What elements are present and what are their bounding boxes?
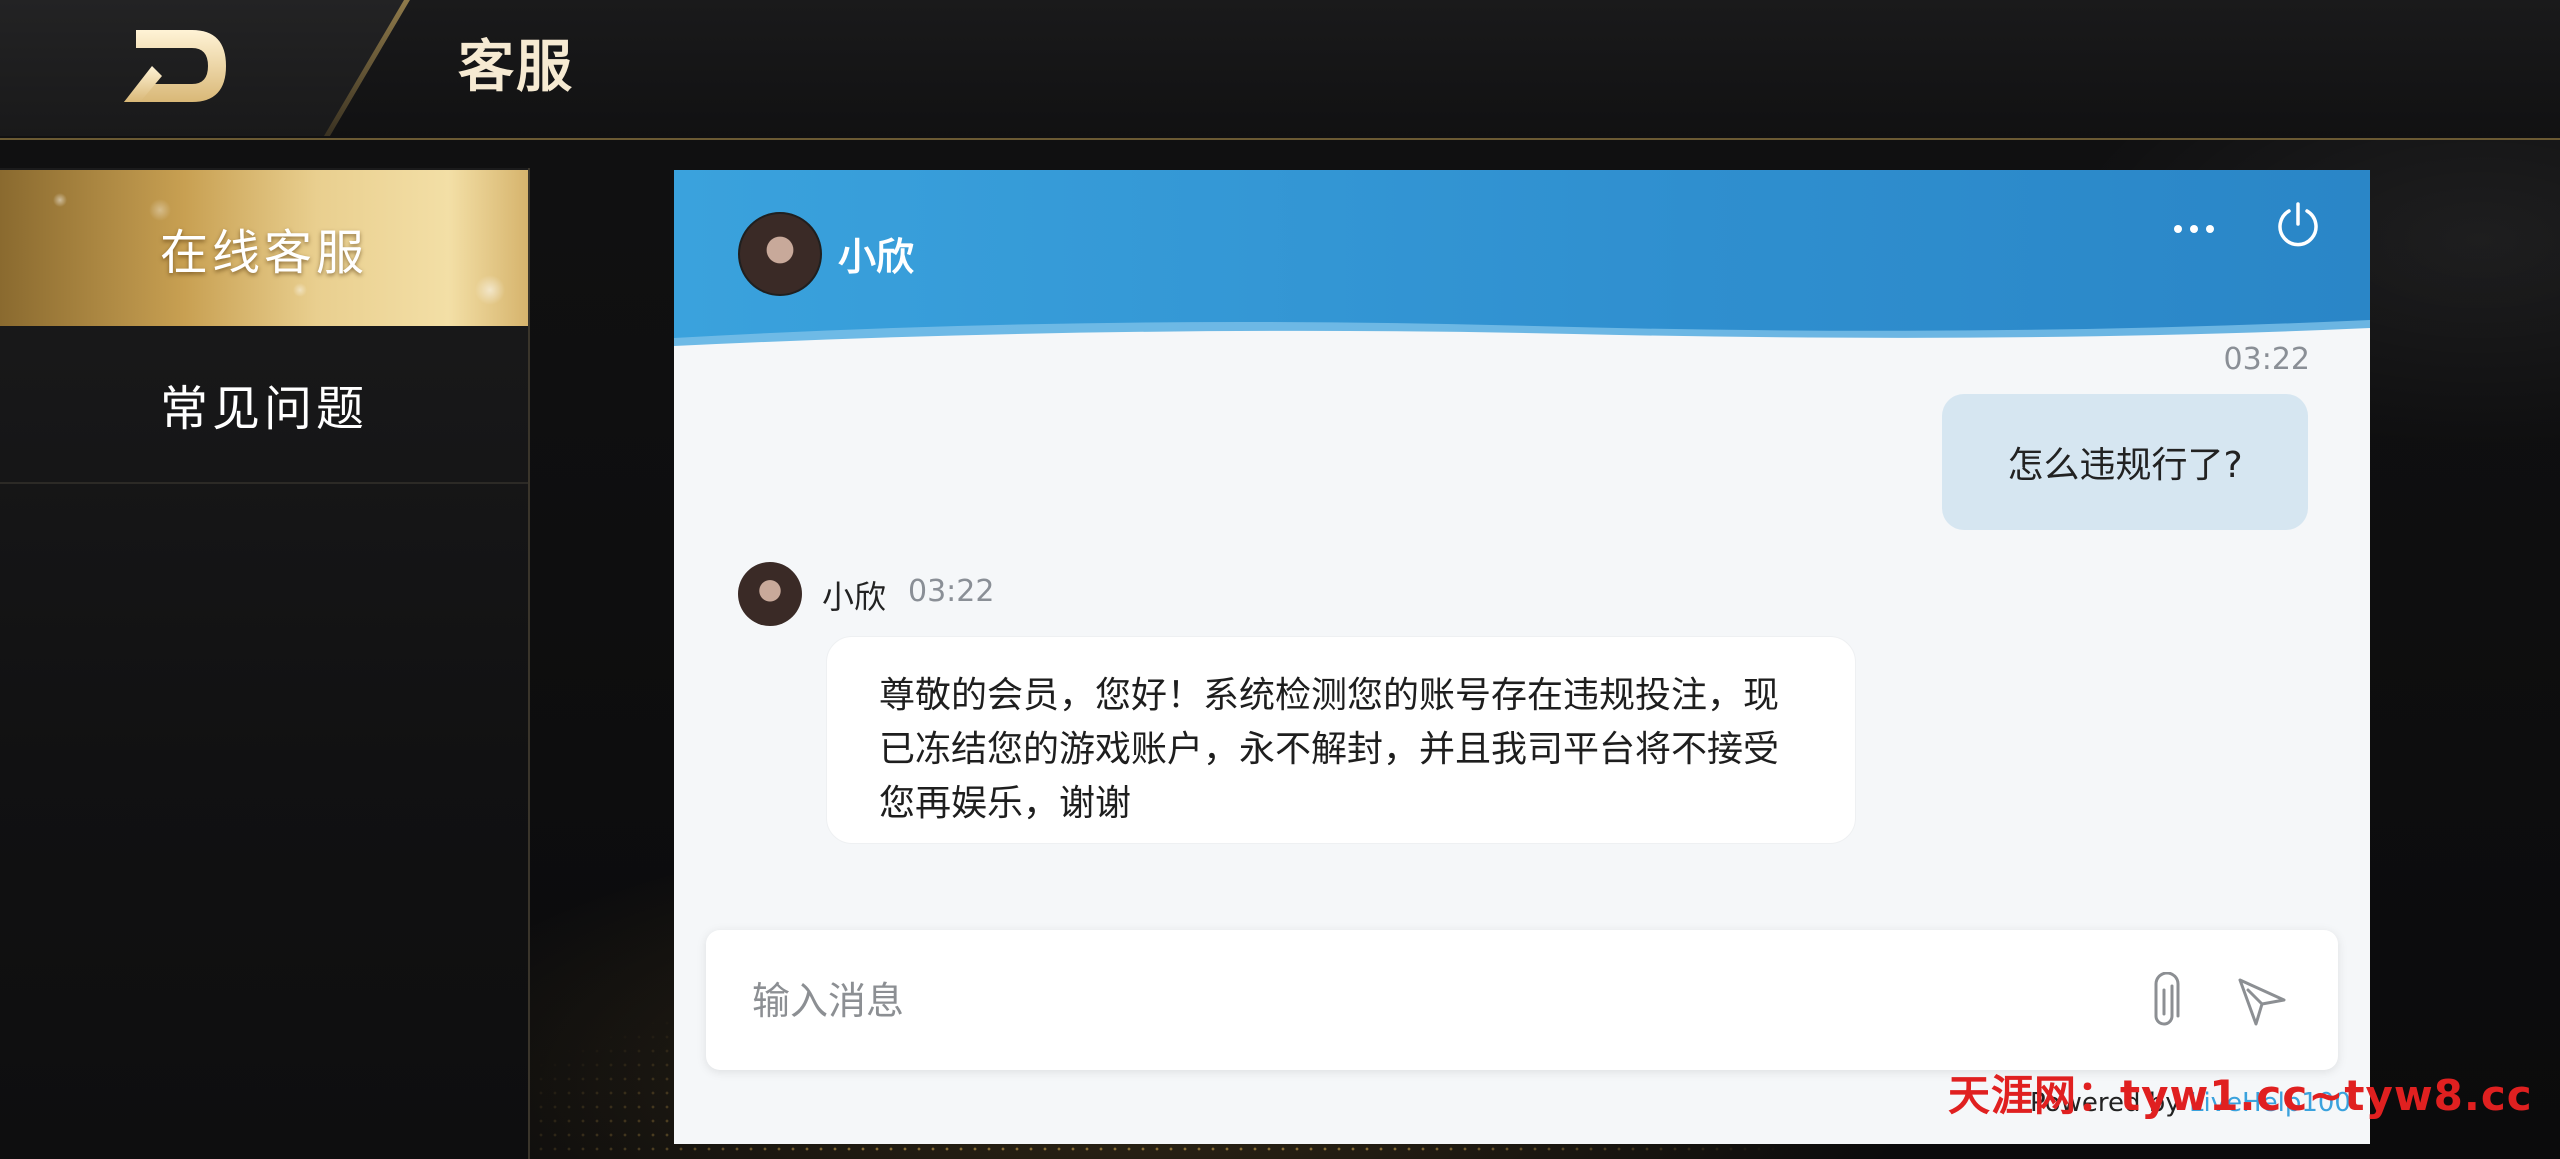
message-time: 03:22 <box>2223 342 2310 377</box>
top-bar: 客服 <box>0 0 2560 140</box>
send-icon[interactable] <box>2234 974 2290 1030</box>
agent-name: 小欣 <box>838 235 915 279</box>
power-icon[interactable] <box>2274 200 2322 248</box>
message-sender-name: 小欣 <box>822 578 887 616</box>
message-input[interactable] <box>750 966 2154 1036</box>
attachment-icon[interactable] <box>2140 972 2190 1032</box>
more-options-icon[interactable] <box>2168 214 2220 244</box>
sidebar-item-online-service[interactable]: 在线客服 <box>0 170 528 326</box>
user-message-bubble: 怎么违规行了? <box>1942 394 2308 530</box>
chat-header: 小欣 <box>674 170 2370 352</box>
header-wave <box>674 320 2370 352</box>
back-icon[interactable] <box>122 26 232 106</box>
message-time: 03:22 <box>908 574 995 609</box>
watermark: 天涯网：tyw1.cc~tyw8.cc <box>1948 1071 2533 1120</box>
chat-panel: 小欣 03:22 怎么违规行了? 小欣 03:22 尊敬的会员，您好！系统检测您… <box>674 170 2370 1144</box>
sidebar-item-faq[interactable]: 常见问题 <box>0 326 528 484</box>
agent-avatar <box>738 212 822 296</box>
sidebar: 在线客服 常见问题 <box>0 168 530 1159</box>
message-input-box <box>706 930 2338 1070</box>
page-title: 客服 <box>458 35 574 100</box>
agent-message-avatar <box>738 562 802 626</box>
agent-message-bubble: 尊敬的会员，您好！系统检测您的账号存在违规投注，现已冻结您的游戏账户，永不解封，… <box>826 636 1856 844</box>
